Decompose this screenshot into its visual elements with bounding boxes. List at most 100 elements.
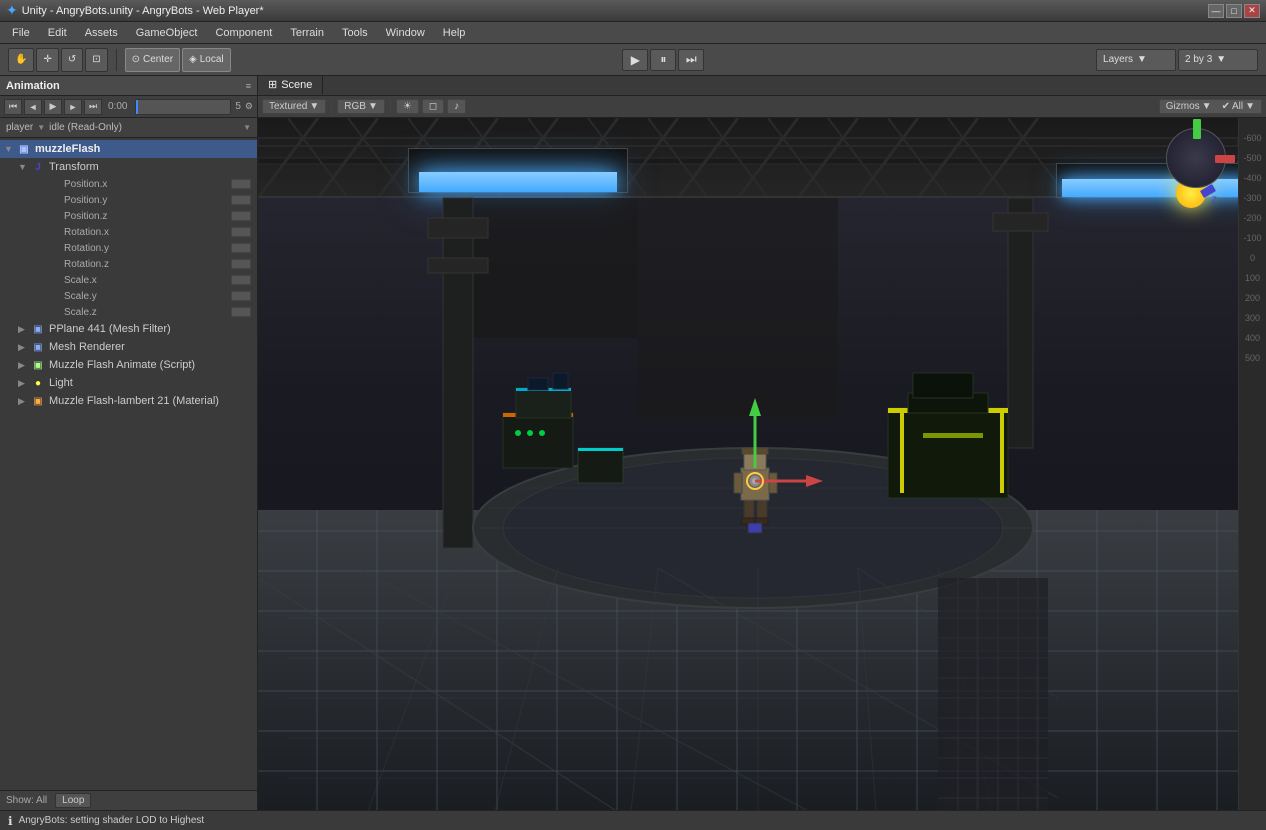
menu-tools[interactable]: Tools xyxy=(334,25,376,41)
transform-tools: ✋ ✛ ↺ ⊡ xyxy=(8,48,108,72)
hierarchy-item-muzzleflash[interactable]: ▼ ▣ muzzleFlash xyxy=(0,140,257,158)
ruler-mark-0: 0 xyxy=(1250,248,1255,268)
scene-sep-2 xyxy=(390,99,391,115)
window-controls[interactable]: — □ ✕ xyxy=(1208,4,1260,18)
layers-dropdown[interactable]: Layers ▼ xyxy=(1096,49,1176,71)
pplane-label: PPlane 441 (Mesh Filter) xyxy=(49,323,171,335)
ruler-mark-400: 400 xyxy=(1245,328,1260,348)
center-button[interactable]: ⊙ Center xyxy=(125,48,180,72)
rgb-dropdown-icon: ▼ xyxy=(368,101,378,112)
anim-settings-icon[interactable]: ⚙ xyxy=(245,101,253,112)
skybox-button[interactable]: ◻ xyxy=(422,99,444,114)
hierarchy-item-mesh-renderer[interactable]: ▶ ▣ Mesh Renderer xyxy=(0,338,257,356)
titlebar-left: ✦ Unity - AngryBots.unity - AngryBots - … xyxy=(6,2,264,19)
panel-menu-icon[interactable]: ≡ xyxy=(246,81,251,91)
menu-gameobject[interactable]: GameObject xyxy=(128,25,206,41)
hierarchy-panel: Animation ≡ ⏮ ◄ ▶ ► ⏭ 0:00 5 ⚙ player ▼ xyxy=(0,76,257,810)
script-label: Muzzle Flash Animate (Script) xyxy=(49,359,195,371)
hand-tool[interactable]: ✋ xyxy=(8,48,34,72)
mesh-filter-icon: ▣ xyxy=(30,321,46,337)
hierarchy-item-pplane[interactable]: ▶ ▣ PPlane 441 (Mesh Filter) xyxy=(0,320,257,338)
script-icon: ▣ xyxy=(30,357,46,373)
scale-tool[interactable]: ⊡ xyxy=(85,48,107,72)
pplane-arrow-icon: ▶ xyxy=(18,324,30,335)
hierarchy-item-light[interactable]: ▶ ● Light xyxy=(0,374,257,392)
ruler-mark-200-neg: -200 xyxy=(1243,208,1261,228)
ruler-mark-100: 100 xyxy=(1245,268,1260,288)
prop-name-scale-z: Scale.z xyxy=(4,307,231,318)
audio-icon: ♪ xyxy=(454,101,459,112)
anim-next-button[interactable]: ⏭ xyxy=(84,99,102,115)
rgb-label: RGB xyxy=(344,101,366,112)
anim-prev-frame-button[interactable]: ◄ xyxy=(24,99,42,115)
hierarchy-item-transform[interactable]: ▼ J Transform xyxy=(0,158,257,176)
audio-button[interactable]: ♪ xyxy=(447,99,466,114)
minimize-button[interactable]: — xyxy=(1208,4,1224,18)
prop-rotation-z: Rotation.z xyxy=(0,256,257,272)
move-tool[interactable]: ✛ xyxy=(36,48,58,72)
scene-viewport[interactable]: Y X Z -600 -500 -400 -300 -200 -100 0 10… xyxy=(258,118,1266,810)
player-row: player ▼ idle (Read-Only) ▼ xyxy=(0,118,257,138)
menu-assets[interactable]: Assets xyxy=(77,25,126,41)
scene-tab[interactable]: ⊞ Scene xyxy=(258,76,323,95)
gizmos-label: Gizmos xyxy=(1166,101,1200,112)
lighting-button[interactable]: ☀ xyxy=(396,99,419,114)
animation-timeline[interactable] xyxy=(135,99,231,115)
material-icon: ▣ xyxy=(30,393,46,409)
scene-tab-label: Scene xyxy=(281,79,312,91)
prop-bar-position-y xyxy=(231,195,251,205)
menu-edit[interactable]: Edit xyxy=(40,25,75,41)
menubar: File Edit Assets GameObject Component Te… xyxy=(0,22,1266,44)
menu-component[interactable]: Component xyxy=(207,25,280,41)
statusbar: ℹ AngryBots: setting shader LOD to Highe… xyxy=(0,810,1266,830)
anim-prev-button[interactable]: ⏮ xyxy=(4,99,22,115)
rotate-tool[interactable]: ↺ xyxy=(61,48,83,72)
maximize-button[interactable]: □ xyxy=(1226,4,1242,18)
close-button[interactable]: ✕ xyxy=(1244,4,1260,18)
window-title: Unity - AngryBots.unity - AngryBots - We… xyxy=(22,5,264,17)
hierarchy-item-script[interactable]: ▶ ▣ Muzzle Flash Animate (Script) xyxy=(0,356,257,374)
script-arrow-icon: ▶ xyxy=(18,360,30,371)
scene-toolbar: Textured ▼ RGB ▼ ☀ ◻ ♪ Gizmos ▼ ✔ Al xyxy=(258,96,1266,118)
ruler-mark-500: 500 xyxy=(1245,348,1260,368)
prop-position-y: Position.y xyxy=(0,192,257,208)
anim-play-button[interactable]: ▶ xyxy=(44,99,62,115)
menu-help[interactable]: Help xyxy=(435,25,474,41)
textured-mode-button[interactable]: Textured ▼ xyxy=(262,99,326,114)
transform-label: Transform xyxy=(49,161,99,173)
light-arrow-icon: ▶ xyxy=(18,378,30,389)
rgb-button[interactable]: RGB ▼ xyxy=(337,99,385,114)
pause-button[interactable]: ⏸ xyxy=(650,49,676,71)
transform-icon: J xyxy=(30,159,46,175)
prop-bar-scale-x xyxy=(231,275,251,285)
hierarchy-item-material[interactable]: ▶ ▣ Muzzle Flash-lambert 21 (Material) xyxy=(0,392,257,410)
menu-terrain[interactable]: Terrain xyxy=(282,25,332,41)
prop-name-position-y: Position.y xyxy=(4,195,231,206)
prop-rotation-x: Rotation.x xyxy=(0,224,257,240)
local-button[interactable]: ◈ Local xyxy=(182,48,231,72)
textured-mode-label: Textured xyxy=(269,101,307,112)
orientation-gizmo: Y X Z xyxy=(1166,128,1236,198)
animation-hierarchy[interactable]: ▼ ▣ muzzleFlash ▼ J Transform Position.x xyxy=(0,138,257,790)
player-dropdown-arrow-icon[interactable]: ▼ xyxy=(37,123,45,132)
play-button[interactable]: ▶ xyxy=(622,49,648,71)
prop-name-position-x: Position.x xyxy=(4,179,231,190)
gizmo-x-axis xyxy=(1215,155,1235,163)
gameobject-icon: ▣ xyxy=(16,141,32,157)
sep-1 xyxy=(116,49,117,71)
player-label: player xyxy=(6,122,33,133)
player-value-arrow-icon[interactable]: ▼ xyxy=(243,123,251,132)
menu-file[interactable]: File xyxy=(4,25,38,41)
step-button[interactable]: ⏭ xyxy=(678,49,704,71)
gizmos-arrow-icon: ▼ xyxy=(1202,101,1212,112)
all-dropdown[interactable]: Gizmos ▼ ✔ All ▼ xyxy=(1159,99,1262,114)
layout-dropdown[interactable]: 2 by 3 ▼ xyxy=(1178,49,1258,71)
gizmo-y-axis xyxy=(1193,119,1201,139)
layout-arrow-icon: ▼ xyxy=(1216,54,1226,65)
menu-window[interactable]: Window xyxy=(378,25,433,41)
loop-button[interactable]: Loop xyxy=(55,793,91,808)
expand-arrow-icon: ▼ xyxy=(4,144,16,154)
anim-next-frame-button[interactable]: ► xyxy=(64,99,82,115)
ruler-mark-100-neg: -100 xyxy=(1243,228,1261,248)
prop-bar-position-x xyxy=(231,179,251,189)
